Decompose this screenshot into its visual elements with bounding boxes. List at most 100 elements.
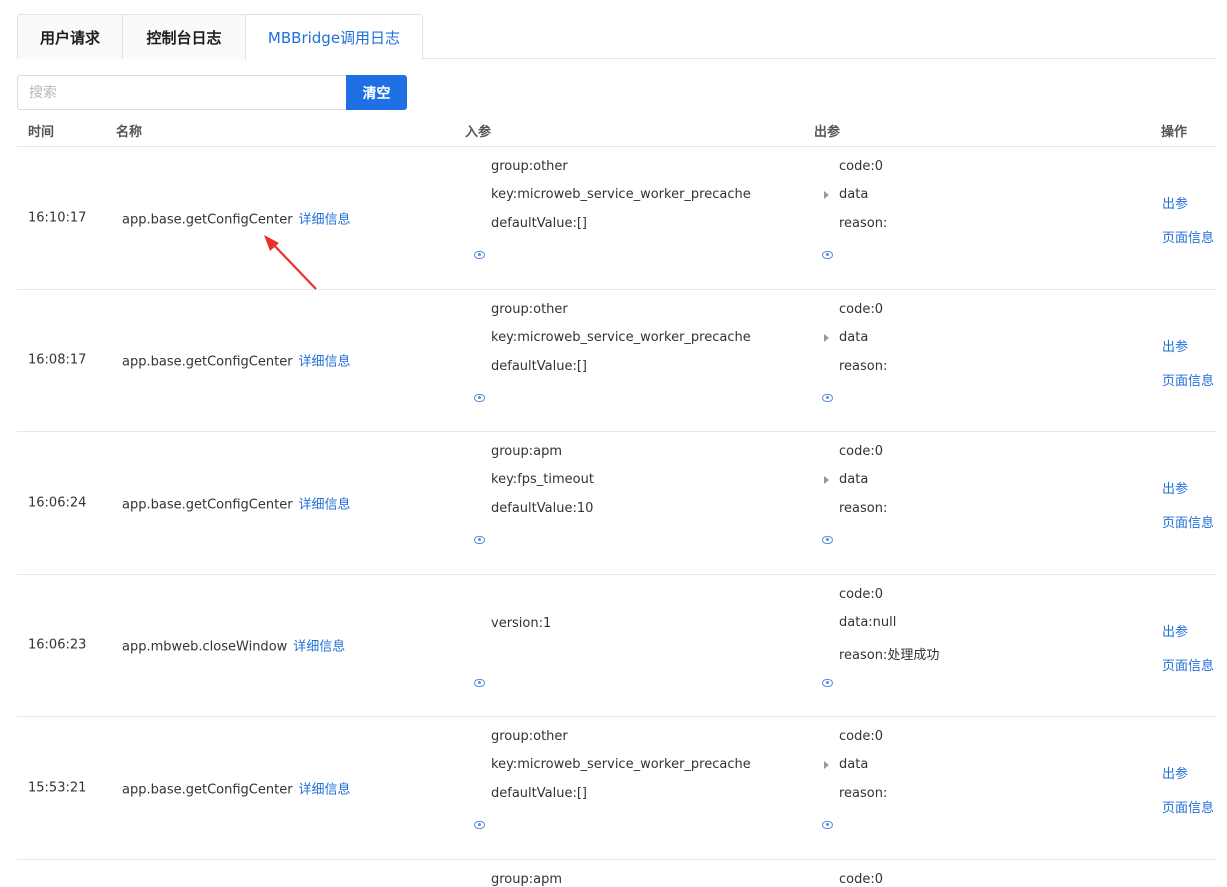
page-info-action-link[interactable]: 页面信息 xyxy=(1162,655,1214,674)
row-time: 16:08:17 xyxy=(28,352,87,368)
row-method-name: app.base.getConfigCenter 详细信息 xyxy=(122,351,351,370)
tab-mbbridge-logs[interactable]: MBBridge调用日志 xyxy=(245,14,423,60)
tab-user-requests[interactable]: 用户请求 xyxy=(17,14,123,59)
view-params-eye-icon[interactable] xyxy=(474,678,485,687)
detail-link[interactable]: 详细信息 xyxy=(299,212,351,227)
output-action-link[interactable]: 出参 xyxy=(1162,193,1188,212)
view-output-eye-icon[interactable] xyxy=(822,536,833,544)
row-method-name: app.base.getConfigCenter 详细信息 xyxy=(122,778,351,797)
table-row: 16:06:24 app.base.getConfigCenter 详细信息 grou… xyxy=(17,432,1216,575)
detail-link[interactable]: 详细信息 xyxy=(293,640,345,655)
row-time: 16:06:23 xyxy=(28,637,87,653)
param-line: group:apm xyxy=(491,444,563,459)
expand-caret-icon[interactable] xyxy=(824,476,829,484)
output-line: reason: xyxy=(839,501,888,516)
row-actions: 出参 页面信息 xyxy=(1162,575,1222,717)
detail-link[interactable]: 详细信息 xyxy=(299,782,351,797)
output-line: data xyxy=(824,472,868,487)
row-method-name: app.mbweb.closeWindow 详细信息 xyxy=(122,636,345,655)
tab-console-logs[interactable]: 控制台日志 xyxy=(122,14,246,59)
output-line: code:0 xyxy=(839,586,884,602)
log-table-body: 16:10:17 app.base.getConfigCenter 详细信息 grou… xyxy=(17,147,1216,887)
view-output-eye-icon[interactable] xyxy=(822,821,833,829)
param-line: key:fps_timeout xyxy=(491,472,594,487)
output-params: code:0 xyxy=(839,860,1139,887)
tab-bar: 用户请求 控制台日志 MBBridge调用日志 xyxy=(17,14,1216,60)
output-params: code:0 data reason: xyxy=(822,147,1139,289)
view-output-eye-icon[interactable] xyxy=(822,393,833,402)
expand-caret-icon[interactable] xyxy=(824,191,829,199)
output-line: reason: xyxy=(839,358,888,374)
clear-button[interactable]: 清空 xyxy=(346,75,407,110)
input-params: version:1 xyxy=(474,575,821,717)
expand-caret-icon[interactable] xyxy=(824,761,829,769)
page-info-action-link[interactable]: 页面信息 xyxy=(1162,797,1214,816)
column-header-name: 名称 xyxy=(116,125,143,140)
output-line: reason:处理成功 xyxy=(839,647,940,663)
output-line: code:0 xyxy=(839,301,884,317)
view-output-eye-icon[interactable] xyxy=(822,678,833,687)
output-line: code:0 xyxy=(839,444,884,459)
output-action-link[interactable]: 出参 xyxy=(1162,478,1188,497)
output-line: code:0 xyxy=(839,871,884,887)
output-params: code:0 data reason: xyxy=(822,432,1139,574)
output-action-link[interactable]: 出参 xyxy=(1162,763,1188,782)
view-params-eye-icon[interactable] xyxy=(474,251,485,259)
detail-link[interactable]: 详细信息 xyxy=(299,497,351,512)
table-row: 16:10:17 app.base.getConfigCenter 详细信息 grou… xyxy=(17,147,1216,290)
param-line: defaultValue:10 xyxy=(491,501,594,516)
row-actions: 出参 页面信息 xyxy=(1162,432,1222,574)
param-line: key:microweb_service_worker_precache xyxy=(491,187,751,202)
method-name-text: app.base.getConfigCenter xyxy=(122,354,293,370)
param-line: defaultValue:[] xyxy=(491,358,587,374)
table-header: 时间 名称 入参 出参 操作 xyxy=(17,110,1216,147)
output-line: data:null xyxy=(839,614,897,630)
row-time: 16:10:17 xyxy=(28,210,87,226)
row-method-name: app.base.getConfigCenter 详细信息 xyxy=(122,493,351,512)
param-line: group:other xyxy=(491,301,568,317)
detail-link[interactable]: 详细信息 xyxy=(299,355,351,370)
param-line: key:microweb_service_worker_precache xyxy=(491,329,751,345)
output-line: code:0 xyxy=(839,159,884,174)
input-params: group:apm key:fps_timeout defaultValue:10 xyxy=(474,432,821,574)
page-info-action-link[interactable]: 页面信息 xyxy=(1162,512,1214,531)
view-params-eye-icon[interactable] xyxy=(474,821,485,829)
expand-caret-icon[interactable] xyxy=(824,333,829,342)
column-header-actions: 操作 xyxy=(1161,125,1188,140)
output-action-link[interactable]: 出参 xyxy=(1162,621,1188,640)
view-params-eye-icon[interactable] xyxy=(474,393,485,402)
param-line: defaultValue:[] xyxy=(491,216,587,231)
output-params: code:0 data reason: xyxy=(822,717,1139,859)
column-header-output: 出参 xyxy=(814,125,841,140)
view-output-eye-icon[interactable] xyxy=(822,251,833,259)
output-line: code:0 xyxy=(839,729,884,744)
method-name-text: app.base.getConfigCenter xyxy=(122,497,293,513)
method-name-text: app.base.getConfigCenter xyxy=(122,782,293,798)
row-actions: 出参 页面信息 xyxy=(1162,147,1222,289)
method-name-text: app.mbweb.closeWindow xyxy=(122,639,288,655)
row-method-name: app.base.getConfigCenter 详细信息 xyxy=(122,208,351,227)
param-line: defaultValue:[] xyxy=(491,786,587,801)
method-name-text: app.base.getConfigCenter xyxy=(122,212,293,228)
param-line: key:microweb_service_worker_precache xyxy=(491,757,751,772)
page-info-action-link[interactable]: 页面信息 xyxy=(1162,370,1214,389)
output-line: reason: xyxy=(839,786,888,801)
output-params: code:0 data:null reason:处理成功 xyxy=(822,575,1139,717)
param-line: group:other xyxy=(491,159,568,174)
table-row: 16:08:17 app.base.getConfigCenter 详细信息 grou… xyxy=(17,290,1216,432)
column-header-input: 入参 xyxy=(465,125,492,140)
page-info-action-link[interactable]: 页面信息 xyxy=(1162,227,1214,246)
search-input[interactable] xyxy=(17,75,347,110)
row-time: 16:06:24 xyxy=(28,495,87,511)
row-actions: 出参 页面信息 xyxy=(1162,717,1222,859)
output-action-link[interactable]: 出参 xyxy=(1162,336,1188,355)
output-line: data xyxy=(824,187,868,202)
output-line: data xyxy=(824,757,868,772)
row-actions: 出参 页面信息 xyxy=(1162,290,1222,432)
column-header-time: 时间 xyxy=(28,125,55,140)
table-row: 16:06:23 app.mbweb.closeWindow 详细信息 version… xyxy=(17,575,1216,717)
view-params-eye-icon[interactable] xyxy=(474,536,485,544)
output-line: data xyxy=(824,330,868,345)
input-params: group:other key:microweb_service_worker_p… xyxy=(474,290,821,432)
param-line: group:apm xyxy=(491,871,563,887)
